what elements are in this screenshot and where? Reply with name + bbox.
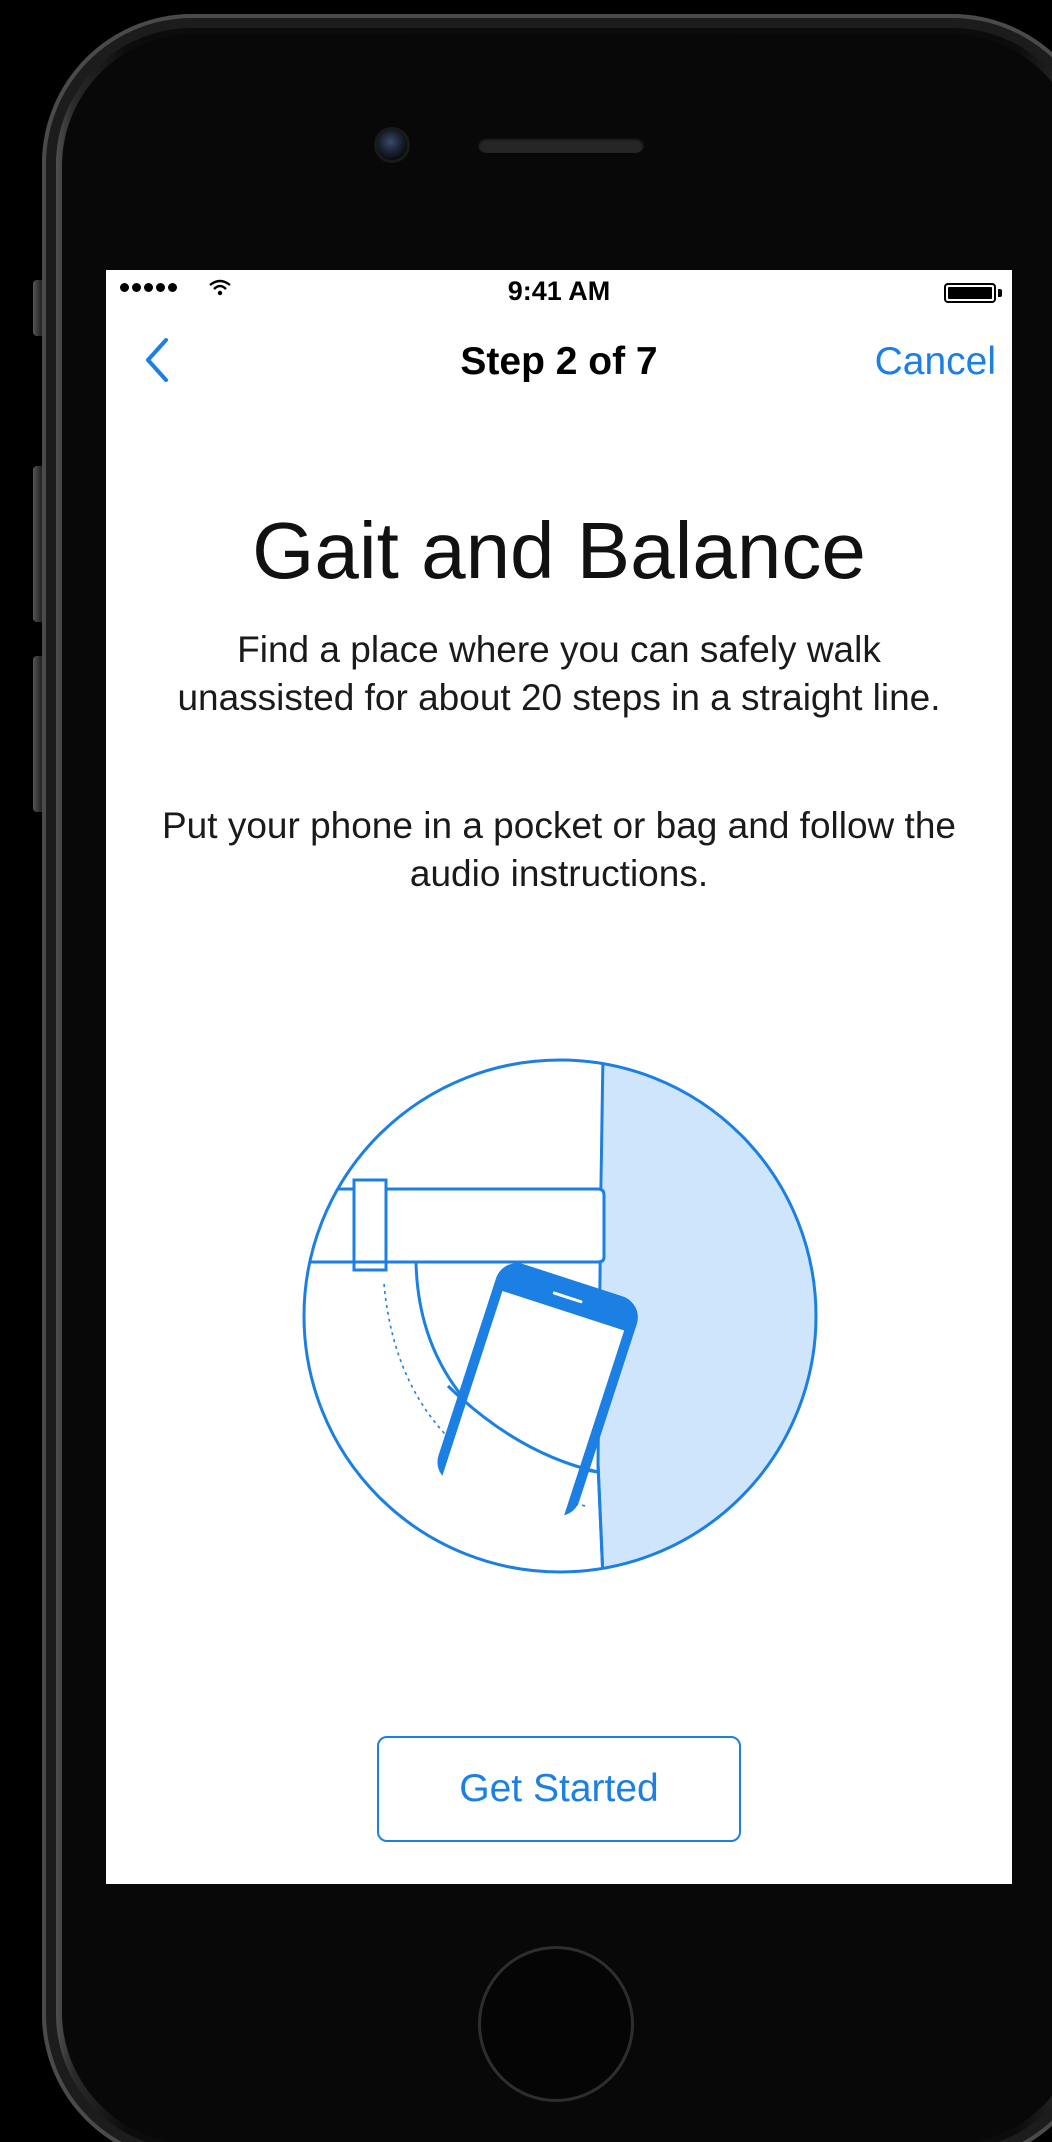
navigation-bar: Step 2 of 7 Cancel	[106, 330, 1012, 390]
page-title: Gait and Balance	[252, 506, 866, 595]
status-bar: 9:41 AM	[106, 270, 1012, 310]
cancel-button[interactable]: Cancel	[875, 340, 996, 384]
battery-icon	[944, 283, 996, 303]
get-started-button[interactable]: Get Started	[377, 1736, 741, 1842]
phone-screen: 9:41 AM Step 2 of 7 Cancel Gait and Bala…	[106, 270, 1012, 1884]
home-button[interactable]	[478, 1946, 634, 2102]
instruction-text-2: Put your phone in a pocket or bag and fo…	[162, 805, 956, 894]
earpiece-speaker	[478, 137, 644, 153]
phone-in-pocket-illustration	[302, 1058, 818, 1574]
device-stage: 9:41 AM Step 2 of 7 Cancel Gait and Bala…	[0, 0, 1052, 2142]
instruction-text-1: Find a place where you can safely walk u…	[177, 629, 941, 718]
battery-tip	[998, 289, 1002, 297]
front-camera	[377, 130, 407, 160]
status-time: 9:41 AM	[507, 276, 611, 306]
